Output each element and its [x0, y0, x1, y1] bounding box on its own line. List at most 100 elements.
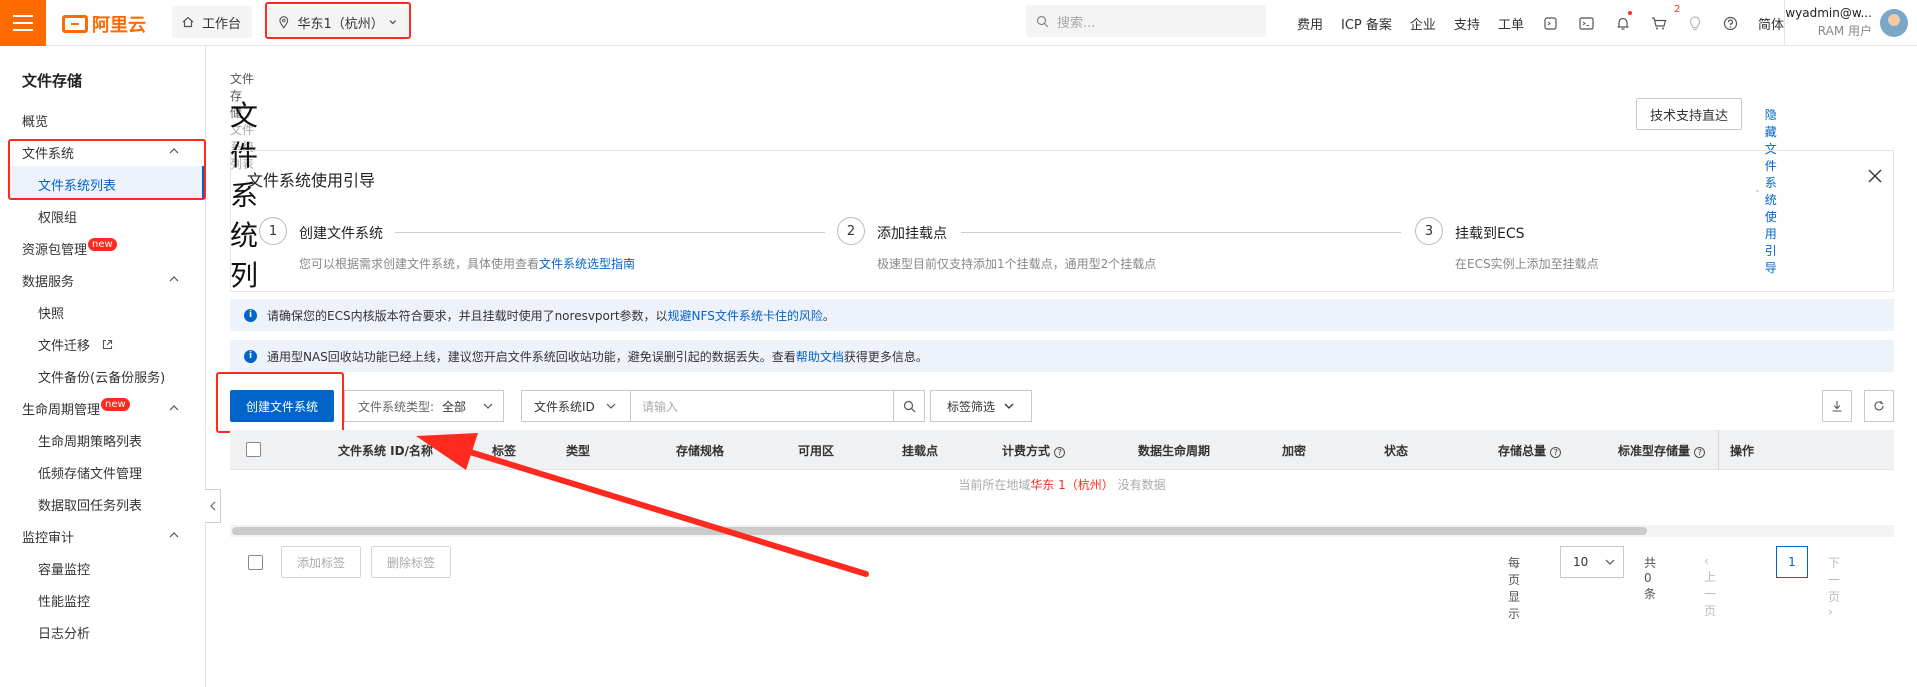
step-description: 您可以根据需求创建文件系统，具体使用查看文件系统选型指南: [299, 257, 636, 271]
sidebar-item-backup[interactable]: 文件备份(云备份服务): [38, 367, 165, 386]
sidebar-item-retrieve-tasks[interactable]: 数据取回任务列表: [38, 495, 142, 514]
per-page-label: 每页显示: [1508, 556, 1521, 621]
sidebar-item-migration[interactable]: 文件迁移: [38, 335, 113, 354]
home-icon: [182, 16, 194, 28]
col-storage-spec: 存储规格: [676, 444, 725, 458]
id-field-select[interactable]: 文件系统ID: [521, 390, 631, 422]
search-button[interactable]: [893, 390, 925, 422]
search-icon: [1036, 15, 1049, 27]
cart-icon[interactable]: 2: [1641, 0, 1680, 46]
next-page-button[interactable]: 下一页 ›: [1828, 554, 1840, 619]
download-button[interactable]: [1822, 390, 1852, 422]
col-standard-storage: 标准型存储量 ?: [1618, 442, 1706, 459]
type-filter-select[interactable]: 文件系统类型: 全部: [346, 390, 504, 422]
guide-title: 文件系统使用引导: [247, 171, 376, 190]
step-description: 在ECS实例上添加至挂载点: [1455, 257, 1599, 271]
step-connector: [961, 232, 1401, 233]
nav-ticket[interactable]: 工单: [1489, 14, 1533, 33]
select-all-checkbox[interactable]: [246, 442, 261, 457]
sticky-divider: [1718, 430, 1719, 470]
selection-guide-link[interactable]: 文件系统选型指南: [539, 257, 635, 271]
step-title: 挂载到ECS: [1455, 226, 1525, 242]
col-zone: 可用区: [798, 444, 835, 458]
cloud-shell-icon[interactable]: [1533, 0, 1569, 46]
sidebar-collapse-button[interactable]: [205, 489, 221, 523]
prev-page-button[interactable]: ‹ 上一页: [1704, 554, 1716, 619]
new-badge: new: [101, 398, 130, 411]
sidebar-item-capacity-monitor[interactable]: 容量监控: [38, 559, 90, 578]
user-info[interactable]: wyadmin@w... RAM 用户: [1784, 4, 1872, 40]
step-number: 1: [259, 217, 287, 245]
terminal-icon[interactable]: [1569, 0, 1605, 46]
table-header: 文件系统 ID/名称 标签 类型 存储规格 可用区 挂载点 计费方式 ? 数据生…: [230, 430, 1894, 470]
chevron-down-icon: [1004, 403, 1014, 409]
step-number: 2: [837, 217, 865, 245]
external-link-icon: [103, 339, 113, 350]
global-search[interactable]: 搜索...: [1026, 5, 1266, 37]
select-all-bottom-checkbox[interactable]: [248, 555, 263, 570]
sidebar-item-lifecycle-policy[interactable]: 生命周期策略列表: [38, 431, 142, 450]
chevron-down-icon: [1605, 559, 1615, 565]
col-type: 类型: [566, 444, 591, 458]
sidebar-item-log-analysis[interactable]: 日志分析: [38, 623, 90, 642]
chevron-up-icon[interactable]: [168, 273, 180, 285]
aliyun-logo[interactable]: 阿里云: [62, 11, 146, 37]
empty-state: 当前所在地域华东 1（杭州） 没有数据: [958, 478, 1166, 492]
sidebar-group-monitor[interactable]: 监控审计: [22, 527, 74, 546]
tag-filter-button[interactable]: 标签筛选: [930, 390, 1032, 422]
col-actions: 操作: [1730, 444, 1755, 458]
col-tag: 标签: [492, 444, 517, 458]
sidebar-item-resource-package[interactable]: 资源包管理 new: [22, 238, 117, 258]
help-icon[interactable]: ?: [1550, 447, 1562, 458]
step-connector: [395, 232, 825, 233]
top-nav: 费用 ICP 备案 企业 支持 工单 2 简体: [1288, 0, 1793, 46]
sidebar-item-snapshot[interactable]: 快照: [38, 303, 64, 322]
close-icon[interactable]: [1868, 169, 1882, 183]
sidebar-group-data-service[interactable]: 数据服务: [22, 271, 74, 290]
chevron-up-icon[interactable]: [168, 402, 180, 414]
sidebar-item-permission-group[interactable]: 权限组: [38, 207, 77, 226]
bulb-icon[interactable]: [1677, 0, 1713, 46]
sidebar-group-lifecycle[interactable]: 生命周期管理 new: [22, 398, 130, 418]
info-icon: i: [244, 308, 257, 322]
sidebar-item-low-frequency[interactable]: 低频存储文件管理: [38, 463, 142, 482]
empty-region: 华东 1（杭州）: [1030, 478, 1114, 492]
chevron-down-icon: [606, 403, 616, 409]
sidebar-item-performance-monitor[interactable]: 性能监控: [38, 591, 90, 610]
sidebar: 文件存储 概览 文件系统 文件系统列表 权限组 资源包管理 new 数据服务 快照…: [0, 46, 206, 687]
download-icon: [1832, 401, 1842, 412]
avatar[interactable]: [1880, 9, 1908, 37]
bell-icon[interactable]: [1605, 0, 1641, 46]
nav-support[interactable]: 支持: [1445, 14, 1489, 33]
page-1-button[interactable]: 1: [1776, 546, 1808, 578]
chevron-down-icon: [483, 403, 493, 409]
search-icon: [903, 400, 915, 412]
notice-kernel: i 请确保您的ECS内核版本符合要求，并且挂载时使用了noresvport参数，…: [230, 299, 1894, 331]
col-status: 状态: [1384, 444, 1409, 458]
help-icon[interactable]: ?: [1054, 447, 1066, 458]
col-mount-point: 挂载点: [902, 444, 939, 458]
help-doc-link[interactable]: 帮助文档: [796, 350, 844, 364]
col-lifecycle: 数据生命周期: [1138, 444, 1211, 458]
col-encryption: 加密: [1282, 444, 1307, 458]
add-tag-button[interactable]: 添加标签: [281, 546, 361, 578]
step-title: 添加挂载点: [877, 226, 947, 242]
per-page-select[interactable]: 10: [1560, 546, 1624, 578]
tech-support-button[interactable]: 技术支持直达: [1636, 98, 1742, 130]
step-description: 极速型目前仅支持添加1个挂载点，通用型2个挂载点: [877, 257, 1157, 271]
sidebar-item-overview[interactable]: 概览: [22, 111, 48, 130]
delete-tag-button[interactable]: 删除标签: [371, 546, 451, 578]
sidebar-title: 文件存储: [22, 72, 83, 90]
nfs-risk-link[interactable]: 规避NFS文件系统卡住的风险: [668, 309, 823, 323]
workbench-button[interactable]: 工作台: [172, 6, 252, 38]
search-input[interactable]: 请输入: [630, 390, 894, 422]
nav-billing[interactable]: 费用: [1288, 14, 1332, 33]
nav-enterprise[interactable]: 企业: [1401, 14, 1445, 33]
help-icon[interactable]: [1713, 0, 1749, 46]
chevron-up-icon[interactable]: [168, 529, 180, 541]
horizontal-scrollbar[interactable]: [232, 527, 1647, 535]
nav-icp[interactable]: ICP 备案: [1332, 14, 1401, 33]
refresh-button[interactable]: [1864, 390, 1894, 422]
help-icon[interactable]: ?: [1694, 447, 1706, 458]
menu-icon[interactable]: [0, 0, 46, 46]
